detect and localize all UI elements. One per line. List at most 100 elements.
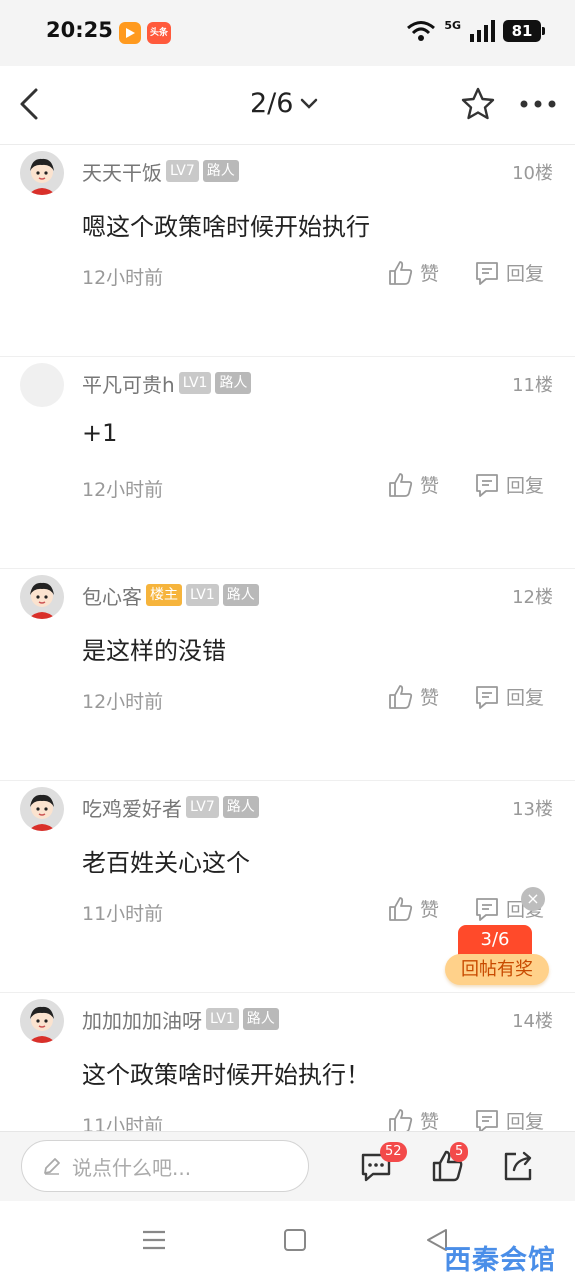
page-selector[interactable]: 2/6	[250, 88, 319, 119]
avatar[interactable]	[20, 999, 64, 1043]
favorite-star-icon[interactable]	[458, 84, 498, 124]
reward-progress[interactable]: 3/6	[458, 925, 532, 955]
like-button[interactable]: 赞	[388, 471, 439, 498]
thumbs-up-icon	[389, 1108, 413, 1131]
comment-item: 加加加加油呀 LV1 路人 14楼 这个政策啥时候开始执行！ 11小时前 赞 回…	[0, 993, 575, 1131]
avatar[interactable]	[20, 575, 64, 619]
level-badge: LV1	[178, 372, 212, 394]
thumbs-up-icon	[389, 472, 413, 497]
comment-count-badge: 52	[380, 1142, 407, 1162]
share-button[interactable]	[500, 1148, 536, 1184]
chevron-down-icon	[301, 98, 318, 109]
comment-item: 包心客 楼主 LV1 路人 12楼 是这样的没错 12小时前 赞 回复	[0, 569, 575, 781]
comment-header: 平凡可贵h LV1 路人	[82, 369, 252, 398]
level-badge: LV1	[186, 584, 219, 606]
like-label: 赞	[420, 687, 440, 709]
reward-button[interactable]: 回帖有奖	[445, 954, 549, 985]
back-arrow-icon[interactable]	[10, 84, 50, 124]
username[interactable]: 吃鸡爱好者	[82, 793, 182, 822]
reply-label: 回复	[506, 1111, 545, 1131]
like-label: 赞	[420, 475, 440, 497]
thumbs-up-icon	[389, 896, 413, 921]
like-label: 赞	[420, 899, 440, 921]
floor-number: 12楼	[512, 587, 553, 608]
level-badge: LV7	[166, 160, 199, 182]
comment-text: 老百姓关心这个	[82, 849, 250, 877]
username[interactable]: 平凡可贵h	[82, 369, 175, 398]
recent-apps-icon[interactable]	[142, 1229, 166, 1251]
comment-time: 12小时前	[82, 267, 164, 289]
like-label: 赞	[420, 263, 440, 285]
floor-number: 14楼	[512, 1011, 553, 1032]
like-button[interactable]: 赞	[388, 895, 439, 922]
comment-text: 这个政策啥时候开始执行！	[82, 1061, 370, 1089]
comment-text: 嗯这个政策啥时候开始执行	[82, 213, 370, 241]
bottom-action-bar: 说点什么吧... 52 5	[0, 1131, 575, 1202]
avatar[interactable]	[20, 151, 64, 195]
reply-button[interactable]: 回复	[474, 471, 544, 498]
role-badge: 路人	[215, 372, 252, 394]
like-button[interactable]: 赞	[388, 1107, 439, 1131]
floor-number: 10楼	[512, 163, 553, 184]
comment-time: 11小时前	[82, 903, 164, 925]
reply-bubble-icon	[476, 685, 498, 709]
role-badge: 路人	[242, 1008, 279, 1030]
status-bar: 20:25 头条 5G 81	[0, 0, 575, 66]
floor-number: 11楼	[512, 375, 553, 396]
more-options-icon[interactable]	[516, 84, 560, 124]
role-badge: 路人	[222, 584, 259, 606]
comments-button[interactable]: 52	[358, 1142, 407, 1184]
username[interactable]: 加加加加油呀	[82, 1005, 202, 1034]
avatar[interactable]	[20, 787, 64, 831]
status-icons: 5G 81	[406, 18, 545, 42]
watermark-logo: 西秦会馆	[444, 1245, 556, 1276]
pencil-icon	[44, 1158, 60, 1175]
comment-header: 加加加加油呀 LV1 路人	[82, 1005, 279, 1033]
signal-icon	[470, 20, 495, 42]
comment-item: 平凡可贵h LV1 路人 11楼 +1 12小时前 赞 回复	[0, 357, 575, 569]
reply-bubble-icon	[476, 473, 498, 497]
status-time: 20:25	[46, 18, 113, 42]
video-app-icon	[119, 22, 141, 44]
cartoon-avatar-icon	[20, 787, 64, 831]
network-type: 5G	[444, 18, 461, 32]
comment-input[interactable]: 说点什么吧...	[21, 1140, 309, 1192]
share-icon	[504, 1151, 532, 1181]
like-button[interactable]: 赞	[388, 683, 439, 710]
comment-header: 吃鸡爱好者 LV7 路人	[82, 793, 259, 821]
news-app-icon: 头条	[147, 22, 171, 44]
cartoon-avatar-icon	[20, 999, 64, 1043]
like-button[interactable]: 赞	[388, 259, 439, 286]
role-badge: 路人	[202, 160, 239, 182]
reply-button[interactable]: 回复	[474, 683, 544, 710]
comment-text: +1	[82, 419, 118, 447]
comment-header: 包心客 楼主 LV1 路人	[82, 581, 259, 609]
reply-button[interactable]: 回复	[474, 1107, 544, 1131]
reply-label: 回复	[506, 475, 545, 497]
comment-text: 是这样的没错	[82, 637, 226, 665]
username[interactable]: 天天干饭	[82, 157, 162, 186]
cartoon-avatar-icon	[20, 575, 64, 619]
reply-bubble-icon	[476, 261, 498, 285]
like-post-button[interactable]: 5	[430, 1142, 469, 1184]
comment-time: 11小时前	[82, 1115, 164, 1131]
comment-time: 12小时前	[82, 691, 164, 713]
owner-badge: 楼主	[146, 584, 182, 606]
reply-label: 回复	[506, 687, 545, 709]
comment-header: 天天干饭 LV7 路人	[82, 157, 239, 185]
like-label: 赞	[420, 1111, 440, 1131]
close-icon[interactable]: ×	[521, 887, 545, 911]
thumbs-up-icon	[389, 260, 413, 285]
comment-input-placeholder: 说点什么吧...	[72, 1155, 192, 1180]
home-icon[interactable]	[284, 1229, 306, 1251]
floor-number: 13楼	[512, 799, 553, 820]
avatar[interactable]	[20, 363, 64, 407]
reply-label: 回复	[506, 263, 545, 285]
cartoon-avatar-icon	[20, 151, 64, 195]
reply-button[interactable]: 回复	[474, 259, 544, 286]
username[interactable]: 包心客	[82, 581, 142, 610]
battery-indicator: 81	[503, 20, 545, 42]
level-badge: LV7	[186, 796, 219, 818]
page-indicator-text: 2/6	[250, 88, 294, 119]
role-badge: 路人	[222, 796, 259, 818]
